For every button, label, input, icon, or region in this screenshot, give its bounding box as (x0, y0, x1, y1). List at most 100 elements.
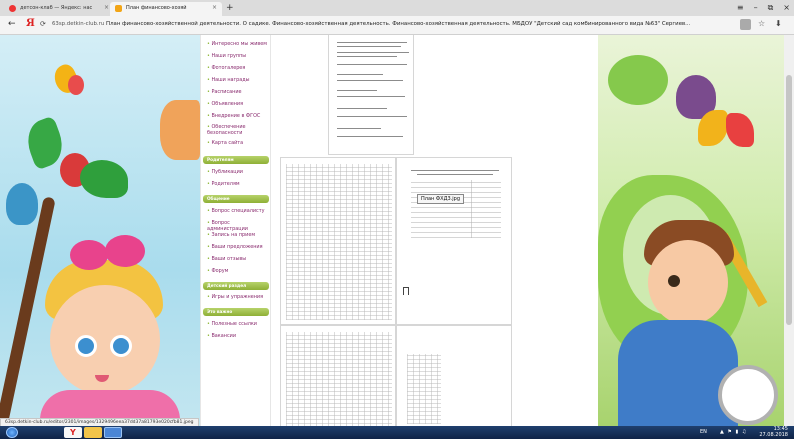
window-controls: ≡ – ⧉ × (737, 1, 790, 15)
bow-illustration (70, 240, 108, 270)
scrollbar-thumb[interactable] (786, 75, 792, 325)
document-page-thumbnail[interactable] (396, 157, 512, 325)
language-indicator[interactable]: EN (700, 429, 707, 435)
paintbrush-tip-illustration (6, 183, 38, 225)
sidebar-item[interactable]: Полезные ссылки (207, 321, 257, 327)
sidebar-item[interactable]: Публикации (207, 169, 243, 175)
sidebar-item[interactable]: Карта сайта (207, 140, 243, 146)
reload-icon[interactable]: ⟳ (40, 20, 46, 28)
document-page-thumbnail[interactable] (396, 325, 512, 426)
new-tab-button[interactable]: + (226, 1, 234, 15)
status-bar-url: 63sp.detkin-club.ru/editor/2301/images/1… (0, 418, 199, 426)
text-line (337, 80, 403, 82)
image-tooltip: План ФХД3.jpg (417, 194, 465, 204)
windows-taskbar: EN ▲ ⚑ ▮ ♫ 13:45 27.08.2018 (0, 426, 794, 439)
restore-button[interactable]: ⧉ (768, 1, 774, 15)
system-tray-icons[interactable]: ▲ ⚑ ▮ ♫ (720, 429, 747, 435)
tab-title: детсон-клаб — Яндекс: нас (20, 5, 93, 11)
page-viewport: Интересно мы живем Наши группы Фотогалер… (0, 35, 794, 426)
butterfly-wing-icon (68, 75, 84, 95)
bookmark-icon[interactable] (403, 287, 409, 295)
right-background-illustration (598, 35, 784, 426)
browser-tabbar: детсон-клаб — Яндекс: нас × План финансо… (0, 0, 794, 16)
text-line (337, 136, 403, 138)
ball-illustration (718, 365, 778, 425)
table-grid (407, 354, 441, 424)
sidebar-item[interactable]: Наши группы (207, 53, 246, 59)
text-line (337, 116, 407, 118)
tab-close-icon[interactable]: × (212, 2, 217, 14)
browser-tab-active[interactable]: План финансово-хозяй × (110, 2, 222, 16)
folder-taskbar-icon[interactable] (84, 427, 102, 438)
table-grid (286, 332, 392, 426)
table-grid (411, 180, 501, 238)
sidebar-item[interactable]: Родителям (207, 181, 239, 187)
start-button[interactable] (6, 427, 18, 438)
paint-taskbar-icon[interactable] (104, 427, 122, 438)
minimize-button[interactable]: – (754, 1, 758, 15)
sidebar-section-common: Общение (203, 195, 269, 203)
text-line (337, 90, 377, 92)
bookmark-star-icon[interactable]: ☆ (758, 19, 765, 28)
yandex-favicon-icon (9, 5, 16, 12)
url-page-title: План финансово-хозяйственной деятельност… (106, 21, 691, 27)
sidebar-item[interactable]: Ваши предложения (207, 244, 262, 250)
sidebar-item[interactable]: Вопрос специалисту (207, 208, 264, 214)
text-line (337, 52, 409, 54)
sidebar-section-parents: Родителям (203, 156, 269, 164)
text-line (337, 74, 383, 76)
sidebar-item[interactable]: Объявления (207, 101, 243, 107)
sidebar-item[interactable]: Наши награды (207, 77, 249, 83)
boy-eye-illustration (668, 275, 680, 287)
menu-icon[interactable]: ≡ (737, 1, 744, 15)
text-line (337, 64, 407, 66)
site-favicon-icon (115, 5, 122, 12)
girl-eye-illustration (110, 335, 132, 357)
document-page-thumbnail[interactable] (280, 325, 396, 426)
table-grid (286, 164, 392, 320)
text-line (337, 46, 401, 48)
document-gallery: План ФХД3.jpg (272, 35, 597, 426)
text-line (411, 170, 499, 172)
extension-icon[interactable] (740, 19, 751, 30)
butterfly-yellow-icon (698, 110, 728, 146)
yandex-logo-icon[interactable]: Я (26, 18, 35, 29)
sidebar-item[interactable]: Вопрос администрации (207, 220, 270, 232)
sidebar-item[interactable]: Запись на прием (207, 232, 255, 238)
download-icon[interactable]: ⬇ (775, 19, 782, 28)
document-page-thumbnail[interactable] (328, 35, 414, 155)
text-line (337, 56, 397, 58)
address-bar: ← Я ⟳ 63sp.detkin-club.ru План финансово… (0, 16, 794, 35)
sidebar-item[interactable]: Интересно мы живем (207, 41, 267, 47)
boy-face-illustration (648, 240, 728, 325)
butterfly-red-icon (726, 113, 754, 147)
sidebar-item[interactable]: Внедрение в ФГОС (207, 113, 260, 119)
sidebar-item[interactable]: Вакансии (207, 333, 236, 339)
tab-close-icon[interactable]: × (104, 2, 109, 14)
sidebar-item[interactable]: Обеспечение безопасности (207, 124, 269, 136)
boy-shirt-illustration (618, 320, 738, 426)
browser-tab-yandex[interactable]: детсон-клаб — Яндекс: нас × (4, 2, 114, 16)
sidebar-item[interactable]: Игры и упражнения (207, 294, 263, 300)
text-line (337, 128, 381, 130)
left-background-illustration (0, 35, 200, 426)
sidebar-item[interactable]: Фотогалерея (207, 65, 245, 71)
sidebar-section-kids: Детский раздел (203, 282, 269, 290)
bush-illustration (608, 55, 668, 105)
tab-title: План финансово-хозяй (126, 5, 187, 11)
document-page-thumbnail[interactable] (280, 157, 396, 325)
text-line (337, 108, 387, 110)
sidebar-item[interactable]: Расписание (207, 89, 241, 95)
clock[interactable]: 13:45 27.08.2018 (759, 426, 788, 438)
bow-illustration (105, 235, 145, 267)
close-window-button[interactable]: × (783, 1, 790, 15)
yandex-browser-taskbar-icon[interactable] (64, 427, 82, 438)
page-scrollbar[interactable] (784, 35, 794, 426)
sidebar-section-other: Это важно (203, 308, 269, 316)
site-sidebar-menu: Интересно мы живем Наши группы Фотогалер… (200, 35, 271, 426)
cat-illustration (160, 100, 200, 160)
sidebar-item[interactable]: Форум (207, 268, 228, 274)
sidebar-item[interactable]: Ваши отзывы (207, 256, 246, 262)
back-arrow-icon[interactable]: ← (8, 19, 16, 29)
url-field[interactable]: 63sp.detkin-club.ru План финансово-хозяй… (52, 21, 702, 27)
